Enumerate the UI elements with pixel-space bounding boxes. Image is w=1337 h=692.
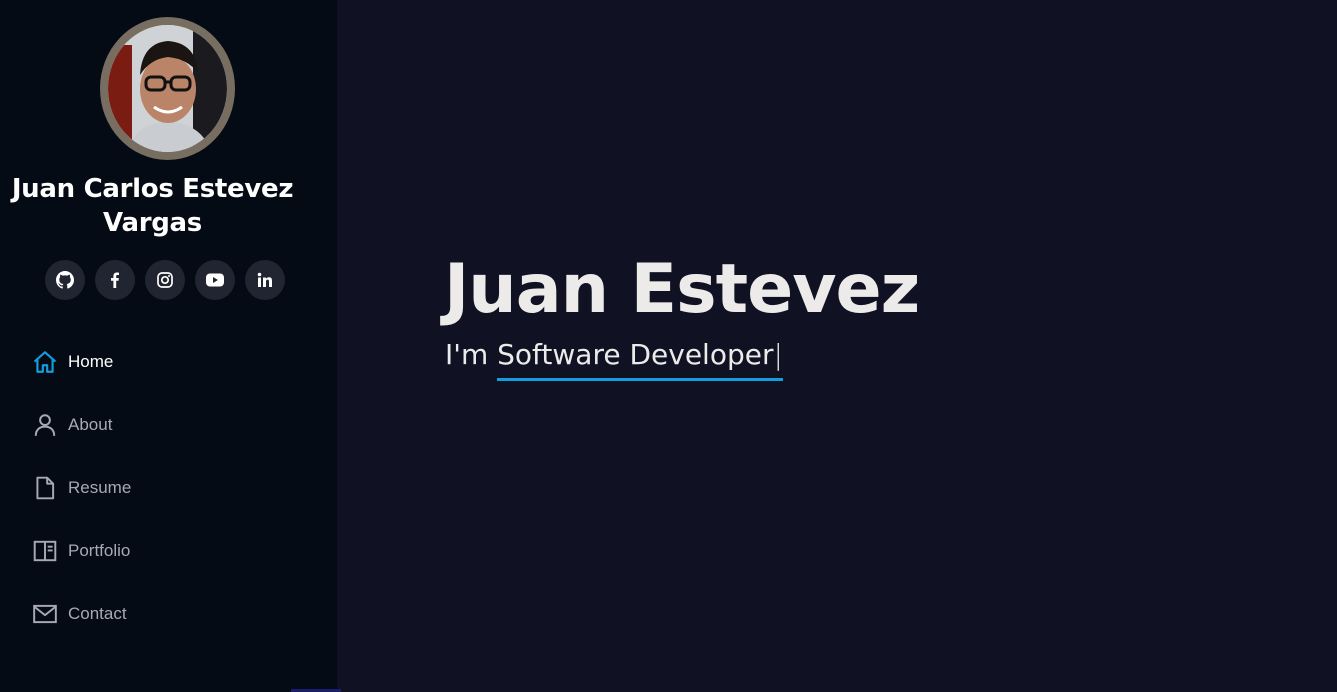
hero-title: Juan Estevez [444,250,920,329]
linkedin-button[interactable] [245,260,285,300]
envelope-icon [32,601,58,627]
nav-label-home: Home [68,351,114,371]
home-icon [32,349,58,375]
nav-item-home[interactable]: Home [32,330,312,393]
facebook-icon [111,272,119,288]
nav-label-about: About [68,414,113,434]
typed-text: Software Developer| [497,336,783,381]
facebook-button[interactable] [95,260,135,300]
portfolio-icon [32,538,58,564]
hero-subtitle-prefix: I'm [445,338,498,371]
avatar-frame [100,17,235,160]
github-button[interactable] [45,260,85,300]
nav-label-contact: Contact [68,603,127,623]
youtube-icon [206,273,224,287]
linkedin-icon [257,272,272,287]
app-root: Juan Carlos Estevez Vargas Home About Re… [0,0,1337,692]
nav-item-resume[interactable]: Resume [32,456,312,519]
youtube-button[interactable] [195,260,235,300]
nav-label-resume: Resume [68,477,132,497]
instagram-icon [157,272,173,288]
avatar [108,25,227,152]
nav-item-contact[interactable]: Contact [32,582,312,645]
nav-menu: Home About Resume Portfolio Contact [32,330,312,645]
hero-subtitle: I'm Software Developer| [445,336,783,381]
typed-role: Software Developer [497,338,774,371]
sidebar: Juan Carlos Estevez Vargas Home About Re… [0,0,337,692]
file-icon [32,475,58,501]
profile-name: Juan Carlos Estevez Vargas [11,174,294,238]
social-links [45,260,285,300]
user-icon [32,412,58,438]
instagram-button[interactable] [145,260,185,300]
nav-item-about[interactable]: About [32,393,312,456]
typed-cursor: | [773,338,783,371]
avatar-photo [108,25,227,152]
github-icon [56,271,74,289]
nav-item-portfolio[interactable]: Portfolio [32,519,312,582]
nav-label-portfolio: Portfolio [68,540,131,560]
